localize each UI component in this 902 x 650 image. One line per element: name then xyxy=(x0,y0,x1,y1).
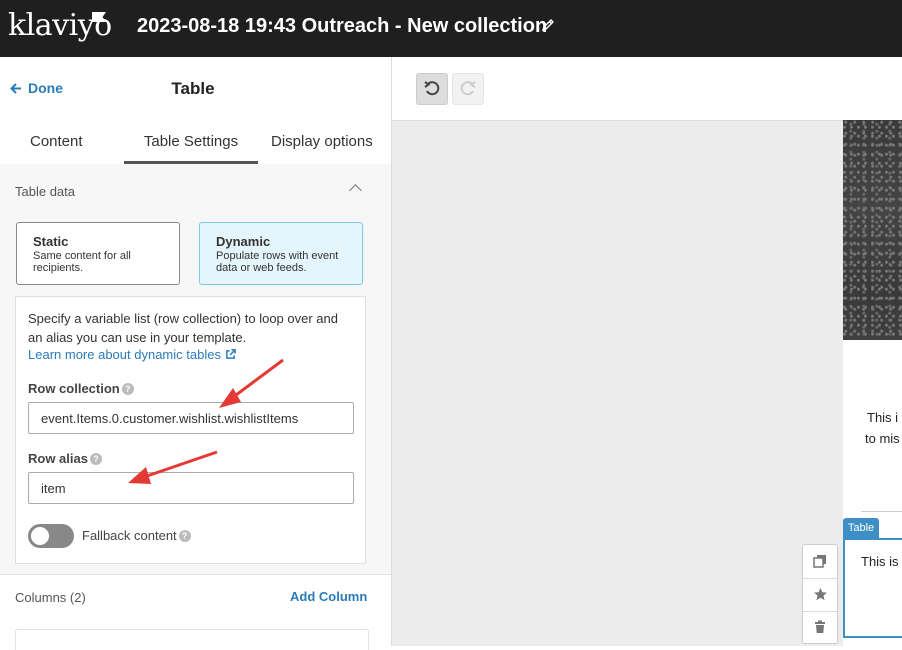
editor-toolbar xyxy=(392,57,902,121)
row-alias-label-text: Row alias xyxy=(28,451,88,466)
table-block-text: This is xyxy=(861,554,899,569)
redo-button[interactable] xyxy=(452,73,484,105)
undo-icon xyxy=(424,81,440,96)
external-link-icon xyxy=(226,349,236,359)
row-collection-label: Row collection? xyxy=(28,381,134,396)
static-option[interactable]: Static Same content for all recipients. xyxy=(16,222,180,285)
tab-table-settings[interactable]: Table Settings xyxy=(124,133,258,164)
fallback-label-text: Fallback content xyxy=(82,528,177,543)
pencil-icon[interactable] xyxy=(540,17,556,33)
dynamic-settings-box: Specify a variable list (row collection)… xyxy=(15,296,366,564)
help-icon[interactable]: ? xyxy=(89,453,102,465)
fallback-label: Fallback content? xyxy=(82,528,191,543)
canvas-text[interactable]: This i xyxy=(867,410,898,425)
save-block-button[interactable] xyxy=(803,578,837,612)
redo-icon xyxy=(460,81,476,96)
row-alias-input[interactable] xyxy=(28,472,354,504)
row-alias-label: Row alias? xyxy=(28,451,102,466)
toggle-knob xyxy=(31,527,49,545)
fallback-toggle[interactable] xyxy=(28,524,74,548)
star-icon xyxy=(814,588,827,601)
row-collection-input[interactable] xyxy=(28,402,354,434)
option-description: Populate rows with event data or web fee… xyxy=(216,250,339,274)
duplicate-icon xyxy=(813,555,826,568)
dynamic-option[interactable]: Dynamic Populate rows with event data or… xyxy=(199,222,363,285)
section-heading: Table data xyxy=(15,184,75,199)
editor-area: This i to mis Table This is xyxy=(392,57,902,646)
block-actions xyxy=(802,544,838,644)
trash-icon xyxy=(815,620,825,633)
email-canvas: This i to mis Table This is xyxy=(843,120,902,646)
divider xyxy=(861,511,902,512)
option-description: Same content for all recipients. xyxy=(33,250,131,274)
help-icon[interactable]: ? xyxy=(121,383,134,395)
duplicate-button[interactable] xyxy=(803,545,837,579)
learn-more-label: Learn more about dynamic tables xyxy=(28,347,221,362)
table-block-tag: Table xyxy=(843,518,879,538)
template-title: 2023-08-18 19:43 Outreach - New collecti… xyxy=(137,15,548,37)
tab-content[interactable]: Content xyxy=(30,133,83,150)
row-collection-label-text: Row collection xyxy=(28,381,120,396)
panel-title: Table xyxy=(171,79,215,98)
tab-bar: Content Table Settings Display options xyxy=(0,121,391,165)
help-icon[interactable]: ? xyxy=(178,530,191,542)
hero-image[interactable] xyxy=(843,120,902,340)
column-list xyxy=(15,629,369,650)
option-title: Static xyxy=(33,234,69,249)
table-block[interactable]: This is xyxy=(843,538,902,638)
top-bar: klaviyo 2023-08-18 19:43 Outreach - New … xyxy=(0,0,902,57)
learn-more-link[interactable]: Learn more about dynamic tables xyxy=(28,347,236,362)
option-title: Dynamic xyxy=(216,234,271,249)
chevron-up-icon[interactable] xyxy=(349,184,362,197)
settings-panel: Done Table Content Table Settings Displa… xyxy=(0,57,392,650)
columns-heading: Columns (2) xyxy=(15,590,86,605)
tab-display-options[interactable]: Display options xyxy=(271,133,373,150)
undo-button[interactable] xyxy=(416,73,448,105)
add-column-button[interactable]: Add Column xyxy=(290,589,367,604)
dynamic-description: Specify a variable list (row collection)… xyxy=(28,311,338,345)
canvas-text[interactable]: to mis xyxy=(865,431,900,446)
table-data-section: Table data Static Same content for all r… xyxy=(0,164,391,575)
delete-button[interactable] xyxy=(803,611,837,644)
